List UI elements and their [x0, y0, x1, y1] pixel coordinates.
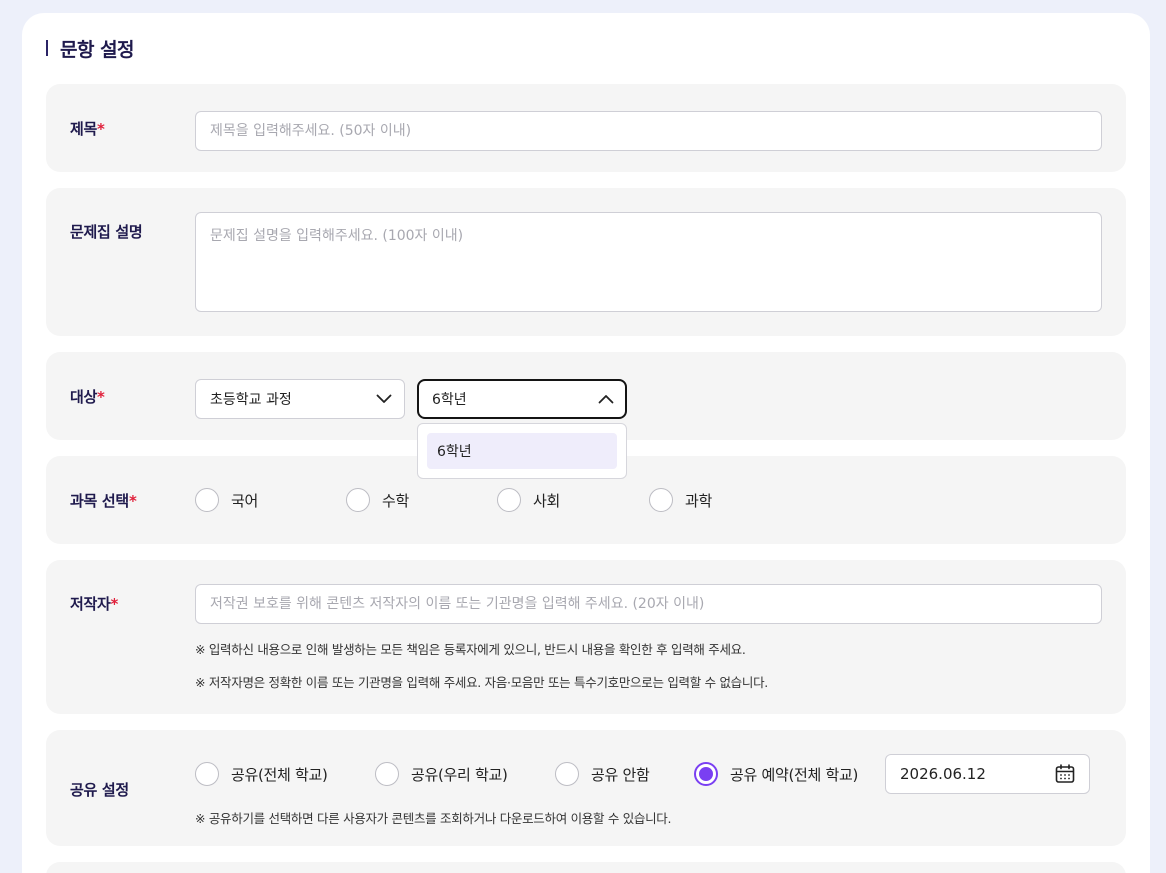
grade-dropdown-list: 6학년: [417, 423, 627, 479]
description-panel: 문제집 설명: [46, 188, 1126, 336]
subject-option-math[interactable]: 수학: [346, 488, 409, 512]
author-note: ※ 저작자명은 정확한 이름 또는 기관명을 입력해 주세요. 자음·모음만 또…: [195, 675, 768, 690]
radio-label: 국어: [231, 491, 259, 510]
radio-label: 사회: [533, 491, 561, 510]
chevron-up-icon: [598, 395, 614, 404]
radio-button[interactable]: [497, 488, 521, 512]
title-input[interactable]: [195, 111, 1102, 151]
grade-select[interactable]: 6학년: [417, 379, 627, 419]
author-label: 저작자*: [70, 593, 118, 614]
share-option-scheduled[interactable]: 공유 예약(전체 학교): [694, 762, 858, 786]
radio-button[interactable]: [649, 488, 673, 512]
subject-option-social[interactable]: 사회: [497, 488, 560, 512]
grade-select-value: 6학년: [432, 392, 467, 408]
radio-label: 공유 예약(전체 학교): [730, 765, 859, 784]
required-mark: *: [128, 492, 137, 510]
radio-button-checked[interactable]: [694, 762, 718, 786]
title-label: 제목*: [70, 118, 105, 139]
radio-label: 공유(우리 학교): [411, 765, 508, 784]
subject-option-science[interactable]: 과학: [649, 488, 712, 512]
share-date-value: 2026.06.12: [900, 765, 986, 783]
required-mark: *: [110, 595, 119, 613]
subject-label: 과목 선택*: [70, 490, 137, 511]
subject-option-korean[interactable]: 국어: [195, 488, 258, 512]
target-label-text: 대상: [70, 388, 98, 406]
radio-button[interactable]: [195, 762, 219, 786]
share-panel: 공유 설정 공유(전체 학교) 공유(우리 학교) 공유 안함 공유 예약(전체…: [46, 730, 1126, 846]
author-note: ※ 입력하신 내용으로 인해 발생하는 모든 책임은 등록자에게 있으니, 반드…: [195, 642, 746, 657]
target-label: 대상*: [70, 386, 105, 407]
section-header: 문항 설정: [46, 36, 135, 61]
title-label-text: 제목: [70, 120, 98, 138]
title-accent-bar: [46, 40, 48, 56]
course-select[interactable]: 초등학교 과정: [195, 379, 405, 419]
radio-label: 공유 안함: [591, 765, 650, 784]
radio-button[interactable]: [375, 762, 399, 786]
description-label: 문제집 설명: [70, 223, 143, 241]
radio-button[interactable]: [195, 488, 219, 512]
radio-label: 수학: [382, 491, 410, 510]
chevron-down-icon: [376, 394, 392, 403]
course-select-value: 초등학교 과정: [210, 392, 292, 408]
author-label-text: 저작자: [70, 595, 111, 613]
grade-option[interactable]: 6학년: [427, 433, 617, 469]
share-date-picker[interactable]: 2026.06.12: [885, 754, 1090, 794]
description-textarea[interactable]: [195, 212, 1102, 312]
share-note: ※ 공유하기를 선택하면 다른 사용자가 콘텐츠를 조회하거나 다운로드하여 이…: [195, 811, 672, 826]
share-option-all-schools[interactable]: 공유(전체 학교): [195, 762, 328, 786]
subject-label-text: 과목 선택: [70, 492, 129, 510]
radio-label: 공유(전체 학교): [231, 765, 328, 784]
share-option-none[interactable]: 공유 안함: [555, 762, 650, 786]
next-panel: [46, 862, 1126, 873]
author-panel: 저작자* ※ 입력하신 내용으로 인해 발생하는 모든 책임은 등록자에게 있으…: [46, 560, 1126, 714]
page-title: 문항 설정: [60, 38, 135, 61]
calendar-icon[interactable]: [1055, 764, 1075, 784]
share-option-our-school[interactable]: 공유(우리 학교): [375, 762, 508, 786]
radio-label: 과학: [685, 491, 713, 510]
required-mark: *: [97, 120, 105, 138]
radio-button[interactable]: [346, 488, 370, 512]
required-mark: *: [97, 388, 105, 406]
title-panel: 제목*: [46, 84, 1126, 172]
share-label: 공유 설정: [70, 781, 129, 799]
author-input[interactable]: [195, 584, 1102, 624]
radio-button[interactable]: [555, 762, 579, 786]
